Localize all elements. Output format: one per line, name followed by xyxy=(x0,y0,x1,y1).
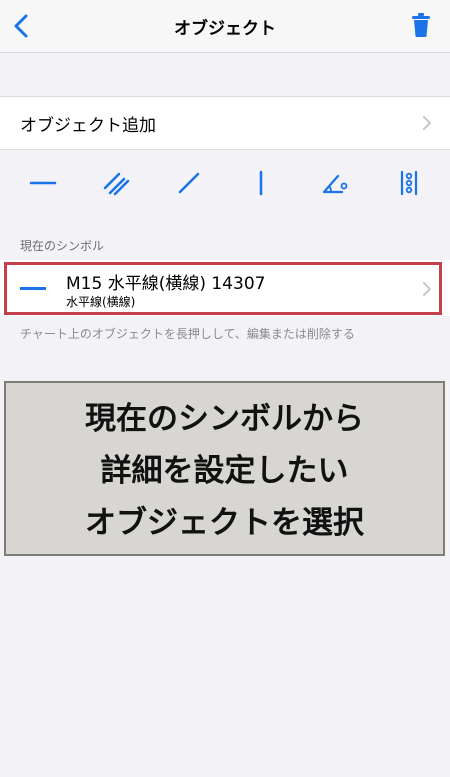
add-object-label: オブジェクト追加 xyxy=(20,116,156,136)
page-title: オブジェクト xyxy=(174,19,276,39)
trendline-icon[interactable] xyxy=(174,168,204,198)
vertical-line-icon[interactable] xyxy=(246,168,276,198)
section-header-current-symbol: 現在のシンボル xyxy=(20,239,105,253)
annotation-callout: 現在のシンボルから 詳細を設定したい オブジェクトを選択 xyxy=(4,381,445,556)
add-object-row[interactable]: オブジェクト追加 xyxy=(0,96,450,150)
callout-line: オブジェクトを選択 xyxy=(85,505,364,541)
trash-icon[interactable] xyxy=(410,12,432,38)
highlight-box xyxy=(4,262,442,315)
callout-line: 詳細を設定したい xyxy=(100,453,349,489)
navigation-bar: オブジェクト xyxy=(0,0,450,53)
horizontal-line-icon[interactable] xyxy=(28,168,58,198)
object-tool-bar xyxy=(0,162,450,202)
hint-text: チャート上のオブジェクトを長押しして、編集または削除する xyxy=(20,327,355,341)
more-tools-icon[interactable] xyxy=(394,168,424,198)
chevron-right-icon xyxy=(423,116,431,130)
callout-line: 現在のシンボルから xyxy=(85,401,364,437)
angle-tool-icon[interactable] xyxy=(320,168,350,198)
parallel-lines-icon[interactable] xyxy=(101,168,131,198)
